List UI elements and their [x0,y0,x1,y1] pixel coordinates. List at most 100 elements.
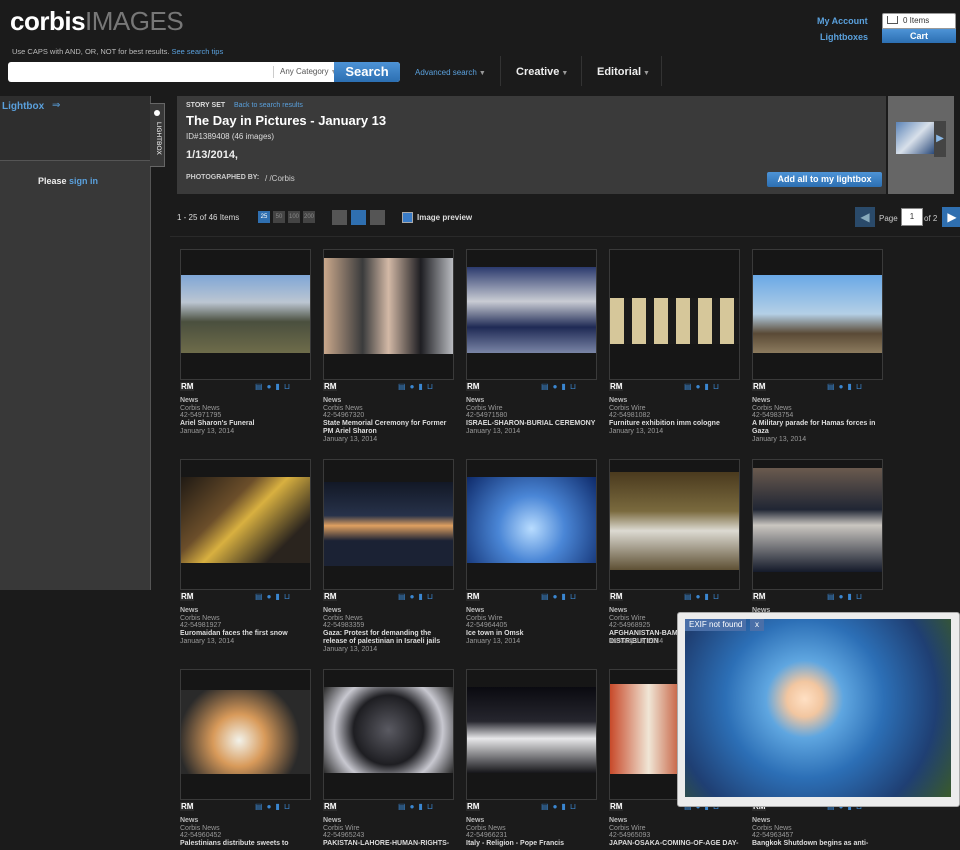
view-medium-grid-icon[interactable] [351,210,366,225]
per-page-200[interactable]: 200 [303,211,315,223]
lightbox-add-icon[interactable]: ▤ [684,382,696,391]
thumbnail-image[interactable] [753,468,882,572]
image-caption[interactable]: Italy - Religion - Pope Francis [466,840,596,848]
next-page-arrow-icon[interactable]: ▶ [942,207,960,227]
cart-add-icon[interactable]: ⊔ [713,382,723,391]
thumbnail-frame[interactable] [466,249,597,380]
price-calculator-icon[interactable]: ▮ [704,592,712,601]
thumbnail-frame[interactable] [752,459,883,590]
cart-add-icon[interactable]: ⊔ [427,802,437,811]
lightbox-add-icon[interactable]: ▤ [684,592,696,601]
add-all-to-lightbox-button[interactable]: Add all to my lightbox [767,172,882,187]
lightbox-add-icon[interactable]: ▤ [541,382,553,391]
price-calculator-icon[interactable]: ▮ [275,592,283,601]
back-to-results-link[interactable]: Back to search results [234,102,303,109]
thumbnail-image[interactable] [181,477,310,563]
lightbox-add-icon[interactable]: ▤ [398,592,410,601]
thumbnail-frame[interactable] [323,249,454,380]
image-caption[interactable]: Ariel Sharon's Funeral [180,420,310,428]
lightbox-add-icon[interactable]: ▤ [827,382,839,391]
nav-creative[interactable]: Creative ▼ [516,66,568,78]
lightbox-add-icon[interactable]: ▤ [541,802,553,811]
category-select[interactable]: Any Category▼ [273,66,337,78]
per-page-50[interactable]: 50 [273,211,285,223]
cart-add-icon[interactable]: ⊔ [570,382,580,391]
thumbnail-frame[interactable] [752,249,883,380]
view-small-grid-icon[interactable] [370,210,385,225]
thumbnail-frame[interactable] [466,669,597,800]
prev-page-arrow-icon[interactable]: ◀ [855,207,875,227]
price-calculator-icon[interactable]: ▮ [275,802,283,811]
thumbnail-image[interactable] [610,472,739,570]
lightbox-title[interactable]: Lightbox [2,101,44,112]
lightbox-add-icon[interactable]: ▤ [255,592,267,601]
price-calculator-icon[interactable]: ▮ [418,592,426,601]
thumbnail-image[interactable] [467,267,596,353]
image-caption[interactable]: Gaza: Protest for demanding the release … [323,630,453,646]
price-calculator-icon[interactable]: ▮ [561,592,569,601]
cart-summary[interactable]: 0 Items [882,13,956,29]
search-input[interactable] [8,62,268,82]
sign-in-link[interactable]: sign in [69,176,98,186]
lightbox-add-icon[interactable]: ▤ [827,592,839,601]
image-caption[interactable]: Bangkok Shutdown begins as anti- [752,840,882,848]
price-calculator-icon[interactable]: ▮ [704,382,712,391]
thumbnail-frame[interactable] [323,669,454,800]
per-page-100[interactable]: 100 [288,211,300,223]
image-preview-checkbox[interactable] [402,212,413,223]
image-caption[interactable]: Ice town in Omsk [466,630,596,638]
cart-add-icon[interactable]: ⊔ [284,802,294,811]
image-caption[interactable]: A Military parade for Hamas forces in Ga… [752,420,882,436]
thumbnail-image[interactable] [610,298,739,344]
advanced-search-link[interactable]: Advanced search ▼ [415,68,486,77]
price-calculator-icon[interactable]: ▮ [561,382,569,391]
image-caption[interactable]: JAPAN-OSAKA-COMING-OF-AGE DAY- [609,840,739,848]
thumbnail-next-arrow-icon[interactable]: ▶ [934,121,946,157]
thumbnail-image[interactable] [324,687,453,773]
corbis-logo[interactable]: corbisIMAGES [10,6,184,37]
thumbnail-image[interactable] [467,477,596,563]
lightboxes-link[interactable]: Lightboxes [820,32,868,42]
cart-button[interactable]: Cart [882,29,956,43]
cart-add-icon[interactable]: ⊔ [427,382,437,391]
my-account-link[interactable]: My Account [817,16,868,26]
price-calculator-icon[interactable]: ▮ [275,382,283,391]
page-input[interactable]: 1 [901,208,923,226]
nav-editorial[interactable]: Editorial ▼ [597,66,650,78]
price-calculator-icon[interactable]: ▮ [847,592,855,601]
cart-add-icon[interactable]: ⊔ [570,802,580,811]
image-caption[interactable]: Palestinians distribute sweets to [180,840,310,848]
price-calculator-icon[interactable]: ▮ [847,382,855,391]
lightbox-add-icon[interactable]: ▤ [255,802,267,811]
cart-add-icon[interactable]: ⊔ [284,592,294,601]
thumbnail-frame[interactable] [609,459,740,590]
image-caption[interactable]: State Memorial Ceremony for Former PM Ar… [323,420,453,436]
thumbnail-frame[interactable] [609,249,740,380]
lightbox-add-icon[interactable]: ▤ [398,802,410,811]
story-thumbnail[interactable] [896,122,934,154]
search-button[interactable]: Search [334,62,400,82]
price-calculator-icon[interactable]: ▮ [418,802,426,811]
thumbnail-frame[interactable] [180,249,311,380]
image-caption[interactable]: PAKISTAN-LAHORE-HUMAN-RIGHTS- [323,840,453,848]
cart-add-icon[interactable]: ⊔ [284,382,294,391]
thumbnail-image[interactable] [324,482,453,566]
thumbnail-image[interactable] [753,275,882,353]
thumbnail-image[interactable] [181,690,310,774]
price-calculator-icon[interactable]: ▮ [418,382,426,391]
price-calculator-icon[interactable]: ▮ [561,802,569,811]
thumbnail-frame[interactable] [180,459,311,590]
image-caption[interactable]: Euromaidan faces the first snow [180,630,310,638]
cart-add-icon[interactable]: ⊔ [570,592,580,601]
thumbnail-frame[interactable] [323,459,454,590]
expand-icon[interactable]: ⇒ [52,100,60,111]
lightbox-add-icon[interactable]: ▤ [398,382,410,391]
cart-add-icon[interactable]: ⊔ [856,382,866,391]
thumbnail-image[interactable] [467,687,596,773]
thumbnail-frame[interactable] [466,459,597,590]
thumbnail-image[interactable] [324,258,453,354]
view-large-grid-icon[interactable] [332,210,347,225]
per-page-25[interactable]: 25 [258,211,270,223]
image-caption[interactable]: ISRAEL-SHARON-BURIAL CEREMONY [466,420,596,428]
thumbnail-frame[interactable] [180,669,311,800]
